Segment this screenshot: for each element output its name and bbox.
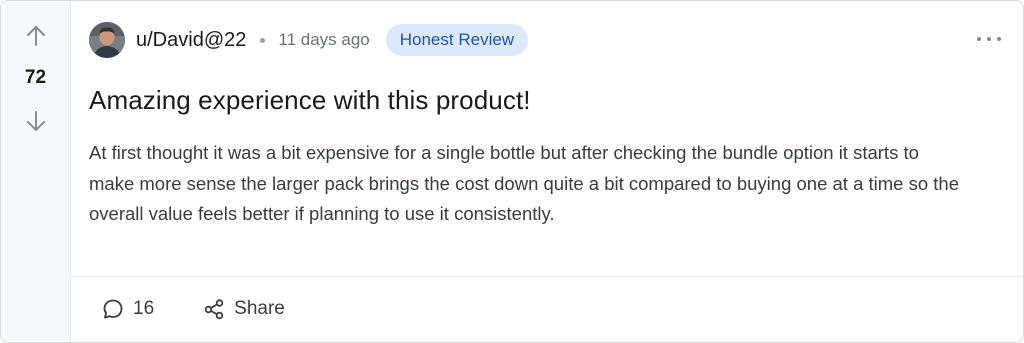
upvote-button[interactable]	[21, 21, 51, 51]
downvote-button[interactable]	[21, 106, 51, 136]
more-options-icon	[977, 37, 981, 41]
comments-button[interactable]: 16	[101, 297, 154, 321]
post-content: u/David@22 11 days ago Honest Review Ama…	[71, 1, 1023, 342]
post-timestamp: 11 days ago	[278, 30, 370, 49]
author-username[interactable]: u/David@22	[136, 29, 246, 52]
more-options-icon-dot	[987, 37, 991, 41]
more-options-icon-dot	[997, 37, 1001, 41]
post-title[interactable]: Amazing experience with this product!	[89, 85, 531, 116]
separator-dot	[260, 37, 266, 43]
post-header: u/David@22 11 days ago Honest Review	[89, 21, 529, 59]
arrow-down-icon	[27, 111, 45, 131]
post-card: 72 u/David@22 11 days ago Honest Review	[0, 0, 1024, 343]
share-icon	[204, 299, 224, 320]
arrow-up-icon	[27, 26, 45, 46]
vote-column: 72	[1, 1, 71, 342]
avatar[interactable]	[89, 22, 125, 58]
divider	[71, 276, 1023, 277]
comment-icon	[103, 299, 123, 319]
vote-score: 72	[24, 67, 47, 88]
post-body: At first thought it was a bit expensive …	[89, 142, 959, 224]
comments-count: 16	[133, 298, 155, 319]
share-label: Share	[234, 298, 285, 319]
flair-badge[interactable]: Honest Review	[385, 24, 529, 56]
post-actions: 16 Share	[101, 293, 333, 325]
share-button[interactable]: Share	[202, 297, 285, 321]
more-options-button[interactable]	[977, 31, 1001, 47]
user-avatar-image	[89, 22, 125, 58]
